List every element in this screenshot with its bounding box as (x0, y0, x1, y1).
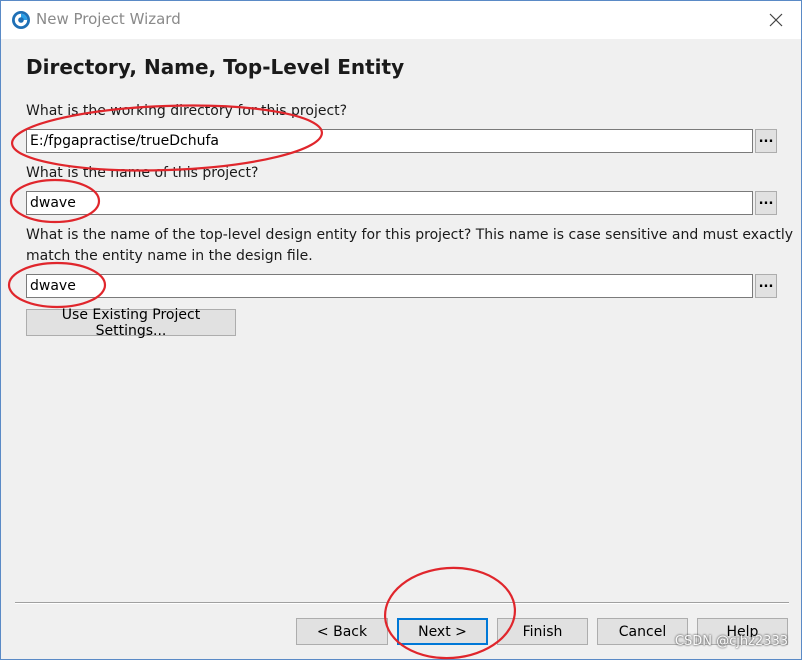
footer-separator (15, 602, 789, 604)
close-icon (769, 13, 783, 27)
browse-name-button[interactable]: ... (755, 191, 777, 215)
close-button[interactable] (761, 5, 791, 35)
finish-button[interactable]: Finish (497, 618, 588, 645)
wizard-window: New Project Wizard Directory, Name, Top-… (0, 0, 802, 660)
page-title: Directory, Name, Top-Level Entity (26, 55, 405, 79)
entity-input[interactable] (26, 274, 753, 298)
entity-label-line2: match the entity name in the design file… (26, 248, 313, 264)
project-name-input[interactable] (26, 191, 753, 215)
use-existing-settings-button[interactable]: Use Existing Project Settings... (26, 307, 236, 339)
back-button[interactable]: < Back (296, 618, 388, 645)
browse-directory-button[interactable]: ... (755, 129, 777, 153)
app-logo-icon (12, 11, 30, 29)
browse-entity-button[interactable]: ... (755, 274, 777, 298)
title-bar: New Project Wizard (1, 1, 801, 39)
project-name-label: What is the name of this project? (26, 165, 259, 181)
directory-input[interactable] (26, 129, 753, 153)
next-button[interactable]: Next > (397, 618, 488, 645)
watermark: CSDN @cjhz2333 (674, 634, 788, 649)
window-title: New Project Wizard (36, 10, 181, 28)
directory-label: What is the working directory for this p… (26, 103, 348, 119)
entity-label-line1: What is the name of the top-level design… (26, 227, 793, 243)
